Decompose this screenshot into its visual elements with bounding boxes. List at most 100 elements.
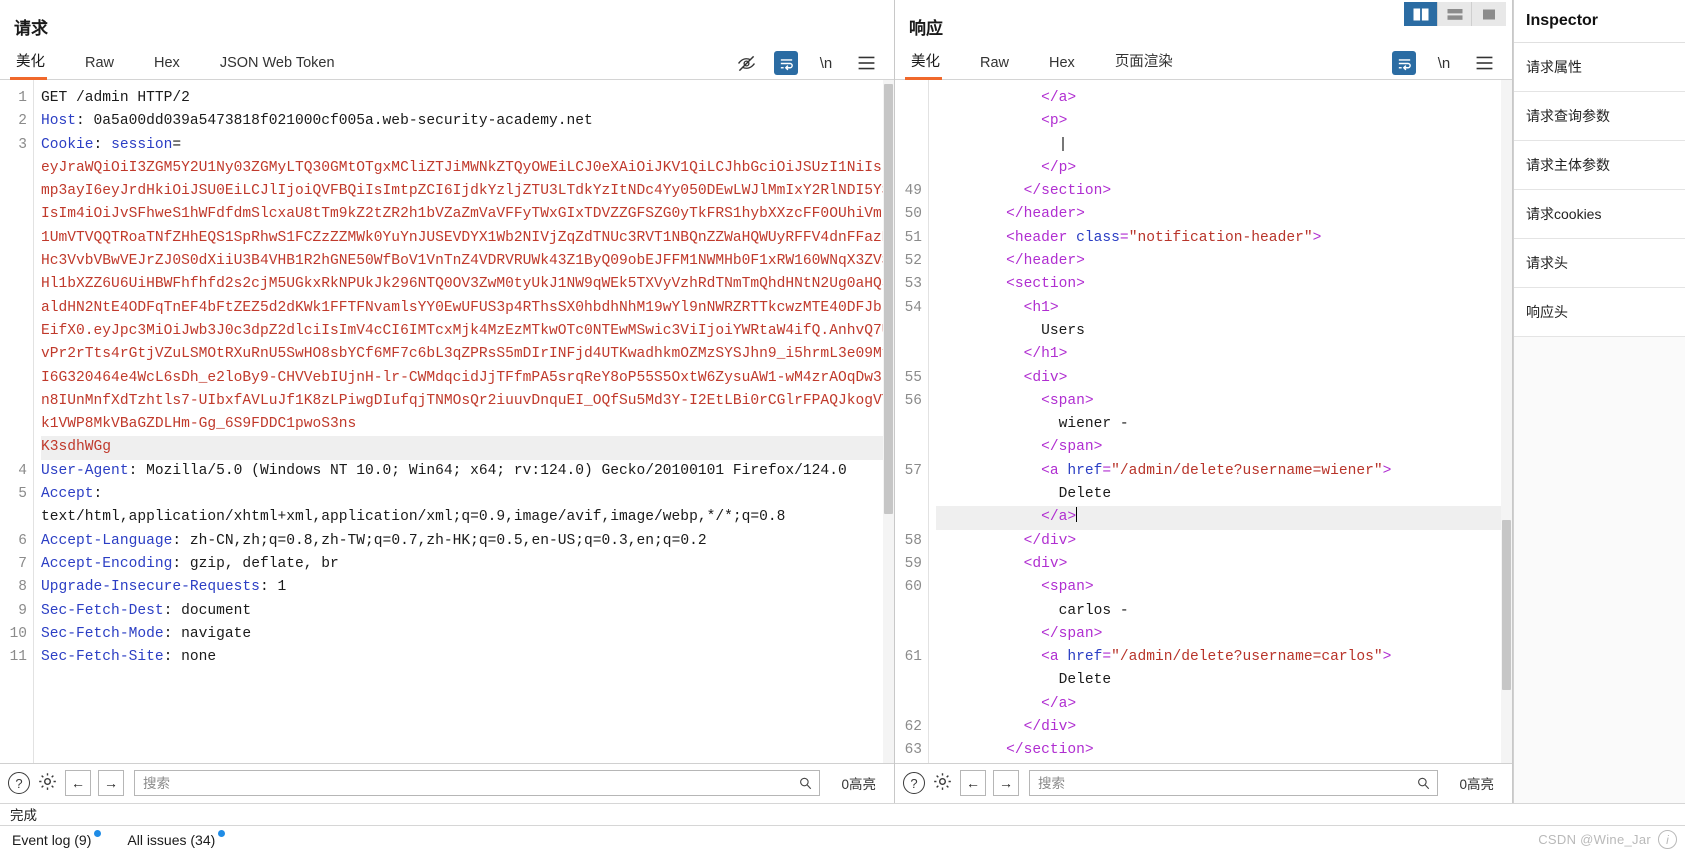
tab-response-raw[interactable]: Raw [978,51,1025,79]
code-line[interactable]: <a href="/admin/delete?username=carlos"> [936,646,1512,669]
code-line[interactable]: Upgrade-Insecure-Requests: 1 [41,576,894,599]
code-line[interactable]: | [936,134,1512,157]
line-number [895,483,922,506]
response-scrollbar[interactable] [1501,80,1512,763]
newline-icon[interactable]: \n [814,51,838,75]
code-line[interactable]: </a> [936,693,1512,716]
code-line[interactable]: </span> [936,436,1512,459]
code-line[interactable]: text/html,application/xhtml+xml,applicat… [41,506,894,529]
line-number: 49 [904,183,922,200]
code-line[interactable]: <h1> [936,297,1512,320]
code-line[interactable]: </section> [936,739,1512,762]
gear-icon[interactable] [37,771,58,796]
code-line[interactable]: Sec-Fetch-Site: none [41,646,894,669]
code-line[interactable]: Sec-Fetch-Mode: navigate [41,623,894,646]
code-line[interactable]: </header> [936,250,1512,273]
code-line[interactable]: <span> [936,576,1512,599]
code-line[interactable]: <a href="/admin/delete?username=wiener"> [936,460,1512,483]
request-search-input[interactable] [141,774,799,792]
inspector-item-request-query-params[interactable]: 请求查询参数 [1514,92,1685,141]
tab-request-hex[interactable]: Hex [152,51,196,79]
inspector-item-request-attributes[interactable]: 请求属性 [1514,43,1685,92]
code-line[interactable]: </div> [936,530,1512,553]
request-scrollbar[interactable] [883,80,894,763]
code-line[interactable]: eyJraWQiOiI3ZGM5Y2U1Ny03ZGMyLTQ30GMtOTgx… [41,157,894,437]
code-line[interactable]: Cookie: session= [41,134,894,157]
code-line[interactable]: Users [936,320,1512,343]
code-line[interactable]: <header class="notification-header"> [936,227,1512,250]
word-wrap-icon[interactable] [774,51,798,75]
code-line[interactable]: <p> [936,110,1512,133]
line-number [895,436,922,459]
request-scroll-thumb[interactable] [884,84,893,514]
code-line[interactable]: </a> [936,87,1512,110]
code-line[interactable]: Delete [936,669,1512,692]
tab-response-pretty[interactable]: 美化 [905,46,956,80]
tab-request-raw[interactable]: Raw [83,51,130,79]
code-line[interactable]: <div> [936,553,1512,576]
single-pane-layout-button[interactable] [1472,2,1506,26]
response-menu-icon[interactable] [1472,51,1496,75]
code-line[interactable]: </section> [936,180,1512,203]
status-message: 完成 [10,808,37,824]
code-line[interactable]: <section> [936,273,1512,296]
footer-all-issues[interactable]: All issues (34) [127,829,226,848]
response-search-back-button[interactable]: ← [960,770,986,797]
line-number: 10 [9,625,27,642]
code-line[interactable]: carlos - [936,600,1512,623]
watermark-text: CSDN @Wine_Jar [1538,832,1651,848]
eye-off-icon[interactable] [734,51,758,75]
code-line[interactable]: <div> [936,367,1512,390]
code-line[interactable]: </header> [936,203,1512,226]
code-line[interactable]: </div> [936,716,1512,739]
line-number [0,506,27,529]
code-line[interactable]: </h1> [936,343,1512,366]
code-line[interactable]: User-Agent: Mozilla/5.0 (Windows NT 10.0… [41,460,894,483]
search-forward-button[interactable]: → [98,770,124,797]
response-scroll-thumb[interactable] [1502,520,1511,690]
response-word-wrap-icon[interactable] [1392,51,1416,75]
response-gear-icon[interactable] [932,771,953,796]
tab-request-pretty[interactable]: 美化 [10,46,61,80]
request-code-body[interactable]: GET /admin HTTP/2 Host: 0a5a00dd039a54738… [34,80,894,763]
request-panel: 请求 美化 Raw Hex JSON Web Token \n 1 2 3 4 … [0,0,895,803]
footer-event-log[interactable]: Event log (9) [12,829,102,848]
request-search-bar: ? ← → 0高亮 [0,762,894,803]
help-icon[interactable]: ? [8,772,30,795]
code-line[interactable]: </a> [936,506,1512,530]
inspector-item-request-headers[interactable]: 请求头 [1514,239,1685,288]
vertical-split-layout-button[interactable] [1404,2,1438,26]
response-search-field[interactable] [1029,770,1439,797]
request-menu-icon[interactable] [854,51,878,75]
request-search-field[interactable] [134,770,821,797]
code-line[interactable]: Delete [936,483,1512,506]
response-help-icon[interactable]: ? [903,772,925,795]
request-editor[interactable]: 1 2 3 4 5 6 7 8 9 10 11 GET /admin HTTP/2 Host: 0a5… [0,80,894,763]
code-line[interactable]: Accept: [41,483,894,506]
line-number [895,693,922,716]
inspector-item-response-headers[interactable]: 响应头 [1514,288,1685,337]
code-line[interactable]: Accept-Language: zh-CN,zh;q=0.8,zh-TW;q=… [41,530,894,553]
code-line[interactable]: K3sdhWGg [41,436,894,460]
horizontal-split-layout-button[interactable] [1438,2,1472,26]
response-search-forward-button[interactable]: → [993,770,1019,797]
line-number: 1 [18,90,27,106]
search-back-button[interactable]: ← [65,770,91,797]
inspector-item-request-body-params[interactable]: 请求主体参数 [1514,141,1685,190]
response-code-body[interactable]: </a> <p> | </p> </section> </header> <he… [929,80,1512,763]
code-line[interactable]: </p> [936,157,1512,180]
code-line[interactable]: GET /admin HTTP/2 [41,87,894,110]
code-line[interactable]: <span> [936,390,1512,413]
code-line[interactable]: </span> [936,623,1512,646]
tab-request-jwt[interactable]: JSON Web Token [218,51,351,79]
inspector-item-request-cookies[interactable]: 请求cookies [1514,190,1685,239]
code-line[interactable]: Accept-Encoding: gzip, deflate, br [41,553,894,576]
response-search-input[interactable] [1036,774,1417,792]
response-editor[interactable]: 49 50 51 52 53 54 55 56 57 58 59 60 61 62 63 </a> <p> … [895,80,1512,763]
tab-response-hex[interactable]: Hex [1047,51,1091,79]
response-newline-icon[interactable]: \n [1432,51,1456,75]
code-line[interactable]: wiener - [936,413,1512,436]
tab-response-render[interactable]: 页面渲染 [1113,46,1189,79]
code-line[interactable]: Sec-Fetch-Dest: document [41,600,894,623]
code-line[interactable]: Host: 0a5a00dd039a5473818f021000cf005a.w… [41,110,894,133]
